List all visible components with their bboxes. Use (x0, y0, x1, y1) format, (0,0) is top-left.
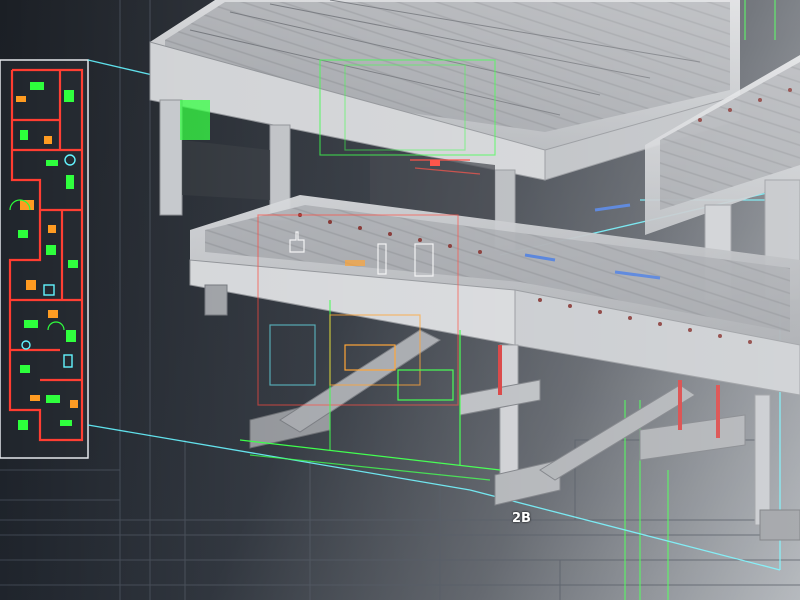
light-gradient-overlay (0, 0, 800, 600)
scene-svg (0, 0, 800, 600)
cad-bim-canvas: 2B (0, 0, 800, 600)
section-marker-label: 2B (512, 511, 531, 526)
